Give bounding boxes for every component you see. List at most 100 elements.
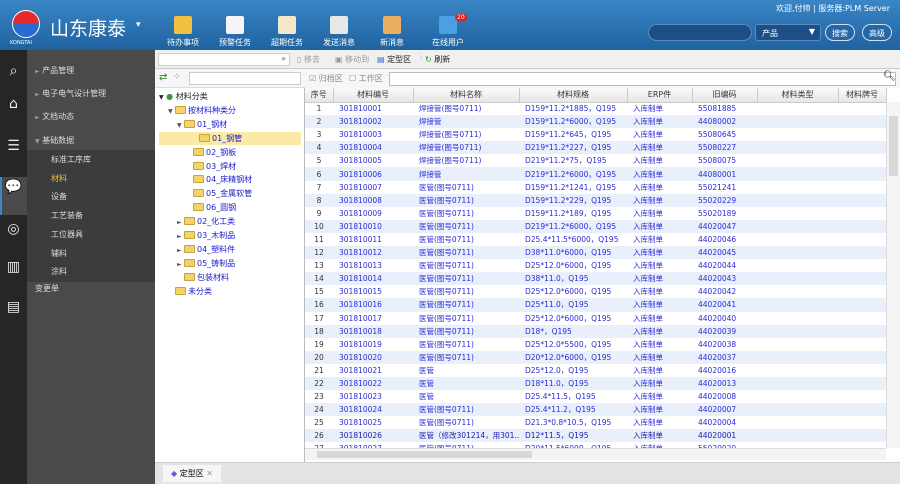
expander-icon[interactable]: ► <box>177 244 184 257</box>
caret-down-icon[interactable]: ▾ <box>136 20 141 30</box>
move-to-button[interactable]: ▣ 移动到 <box>335 54 369 65</box>
home-icon[interactable]: ⌂ <box>4 95 23 114</box>
tool-send-mail[interactable]: 发送消息 <box>313 16 365 48</box>
archive-checkbox[interactable]: ☑ 归档区 <box>309 73 343 84</box>
plm-search-icon[interactable]: ⌕ <box>4 62 23 81</box>
close-icon[interactable]: ✕ <box>206 469 213 478</box>
table-row[interactable]: 5 301810005 焊接管(图号0711) D219*11.2*75，Q195 入库… <box>305 154 886 167</box>
table-row[interactable]: 17 301810017 医管(图号0711) D25*12.0*6000，Q195 入… <box>305 312 886 325</box>
nav-item-change-order[interactable]: 变更单 <box>35 283 59 294</box>
tree-expand-icon[interactable]: ⁘ <box>173 72 181 82</box>
tree-node[interactable]: 03_焊材 <box>186 160 236 173</box>
remove-button[interactable]: ▯ 移去 <box>297 54 320 65</box>
vertical-scrollbar[interactable] <box>886 102 900 448</box>
scroll-thumb[interactable] <box>317 451 532 458</box>
tree-search-input[interactable] <box>189 72 301 85</box>
search-button[interactable]: 搜索 <box>825 24 855 41</box>
expander-icon[interactable]: ► <box>177 216 184 229</box>
nav-subitem[interactable]: 工位器具 <box>51 229 83 240</box>
category-select[interactable]: 产品 ▼ <box>755 24 821 41</box>
table-row[interactable]: 4 301810004 焊接管(图号0711) D219*11.2*227，Q195 入… <box>305 141 886 155</box>
table-row[interactable]: 19 301810019 医管(图号0711) D25*12.0*5500，Q195 入… <box>305 338 886 351</box>
book-icon[interactable]: ▥ <box>4 258 23 277</box>
table-row[interactable]: 16 301810016 医管(图号0711) D25*11.0，Q195 入库制单 44… <box>305 298 886 312</box>
table-row[interactable]: 12 301810012 医管(图号0711) D38*11.0*6000，Q195 入… <box>305 246 886 260</box>
broadcast-icon[interactable]: ◎ <box>4 220 23 239</box>
tree-node[interactable]: 01_钢管 <box>159 131 301 145</box>
tab-finalized-area[interactable]: ◆ 定型区 ✕ <box>163 465 221 482</box>
table-row[interactable]: 13 301810013 医管(图号0711) D25*12.0*6000，Q195 入… <box>305 259 886 272</box>
tree-node[interactable]: ▼ 01_钢材 <box>177 118 227 131</box>
column-header[interactable]: 序号 <box>305 88 334 103</box>
column-header[interactable]: 材料类型 <box>757 88 839 103</box>
table-row[interactable]: 1 301810001 焊接管(图号0711) D159*11.2*1885，Q195… <box>305 102 886 115</box>
table-row[interactable]: 18 301810018 医管(图号0711) D18*，Q195 入库制单 440200… <box>305 324 886 338</box>
nav-item[interactable]: ► 文档动态 <box>35 111 74 122</box>
column-header[interactable]: ERP件 <box>627 88 693 103</box>
tree-node[interactable]: 04_床精钢材 <box>186 173 252 186</box>
table-row[interactable]: 8 301810008 医管(图号0711) D159*11.2*229，Q195 入库… <box>305 193 886 207</box>
chat-icon[interactable]: 💬 <box>4 178 23 197</box>
table-row[interactable]: 22 301810022 医管 D18*11.0，Q195 入库制单 44020013 <box>305 376 886 391</box>
tool-todo[interactable]: 待办事项 <box>157 16 209 48</box>
refresh-button[interactable]: ↻ 刷新 <box>425 54 450 65</box>
expander-icon[interactable]: ► <box>177 230 184 243</box>
nav-subitem[interactable]: 辅料 <box>51 248 67 259</box>
database-icon[interactable]: ☰ <box>4 137 23 156</box>
id-card-icon[interactable]: ▤ <box>4 298 23 317</box>
tree-node[interactable]: 包装材料 <box>177 271 229 284</box>
tree-node[interactable]: 06_圆钢 <box>186 201 236 214</box>
table-row[interactable]: 15 301810015 医管(图号0711) D25*12.0*6000，Q195 入… <box>305 285 886 298</box>
column-header[interactable]: 旧编码 <box>692 88 758 103</box>
table-row[interactable]: 6 301810006 焊接管 D219*11.2*6000，Q195 入库制单 4408… <box>305 167 886 181</box>
nav-subitem[interactable]: 工艺装备 <box>51 210 83 221</box>
table-row[interactable]: 3 301810003 焊接管(图号0711) D159*11.2*645，Q195 入… <box>305 128 886 141</box>
nav-subitem[interactable]: 设备 <box>51 191 67 202</box>
tree-node[interactable]: 02_钢板 <box>186 146 236 159</box>
tree-node[interactable]: ► 05_铸制品 <box>177 257 235 270</box>
table-row[interactable]: 10 301810010 医管(图号0711) D219*11.2*6000，Q195… <box>305 219 886 233</box>
table-row[interactable]: 26 301810026 医管（修改301214，用301... D12*11.5，Q… <box>305 429 886 443</box>
nav-item[interactable]: ► 电子电气设计管理 <box>35 88 106 99</box>
workspace-checkbox[interactable]: ☐ 工作区 <box>349 73 383 84</box>
table-row[interactable]: 11 301810011 医管(图号0711) D25.4*11.5*6000，Q19… <box>305 233 886 246</box>
nav-subitem[interactable]: 材料 <box>51 173 67 184</box>
tree-node[interactable]: ▼ 按材料种类分 <box>168 104 236 117</box>
tool-overdue-task[interactable]: 超期任务 <box>261 16 313 48</box>
table-row[interactable]: 9 301810009 医管(图号0711) D159*11.2*189，Q195 入库… <box>305 207 886 220</box>
column-header[interactable]: 材料牌号 <box>838 88 887 103</box>
tree-node[interactable]: ► 03_木制品 <box>177 229 235 242</box>
grid-search-input[interactable] <box>389 72 896 86</box>
table-row[interactable]: 7 301810007 医管(图号0711) D159*11.2*1241，Q195 入… <box>305 181 886 194</box>
header-search-input[interactable] <box>648 24 752 41</box>
tool-warning-task[interactable]: 预警任务 <box>209 16 261 48</box>
nav-item[interactable]: ▼ 基础数据 <box>35 135 74 146</box>
tree-root[interactable]: ▼ ● 材料分类 <box>159 90 208 103</box>
nav-subitem[interactable]: 标准工序库 <box>51 154 91 165</box>
table-row[interactable]: 21 301810021 医管 D25*12.0，Q195 入库制单 44020016 <box>305 364 886 377</box>
refresh-icon[interactable]: ⇄ <box>159 72 167 83</box>
expander-icon[interactable]: ► <box>177 258 184 271</box>
horizontal-scrollbar[interactable] <box>305 448 886 460</box>
tree-node[interactable]: 未分类 <box>168 285 212 298</box>
expander-icon[interactable]: ▼ <box>168 105 175 118</box>
nav-item[interactable]: ► 产品管理 <box>35 65 74 76</box>
nav-subitem[interactable]: 涂料 <box>51 266 67 277</box>
table-row[interactable]: 20 301810020 医管(图号0711) D20*12.0*6000，Q195 入… <box>305 350 886 364</box>
tree-node[interactable]: 05_金属软管 <box>186 187 252 200</box>
expander-icon[interactable]: ▼ <box>177 119 184 132</box>
finalized-area-button[interactable]: ▤ 定型区 <box>377 54 411 65</box>
search-icon[interactable]: 🔍︎ <box>883 71 896 82</box>
column-header[interactable]: 材料规格 <box>519 88 628 103</box>
table-row[interactable]: 25 301810025 医管(图号0711) D21.3*0.8*10.5，Q195… <box>305 416 886 429</box>
tool-online-users[interactable]: 在线用户 <box>422 16 474 48</box>
table-row[interactable]: 14 301810014 医管(图号0711) D38*11.0，Q195 入库制单 44… <box>305 272 886 286</box>
column-header[interactable]: 材料编号 <box>333 88 414 103</box>
brand-title[interactable]: 山东康泰 <box>50 14 126 41</box>
table-row[interactable]: 23 301810023 医管 D25.4*11.5，Q195 入库制单 44020008 <box>305 390 886 403</box>
tree-filter-select[interactable]: » <box>158 53 290 66</box>
tool-new-message[interactable]: 新消息 <box>366 16 418 48</box>
tree-node[interactable]: ► 02_化工类 <box>177 215 235 228</box>
tree-node[interactable]: ► 04_塑料件 <box>177 243 235 256</box>
table-row[interactable]: 2 301810002 焊接管 D159*11.2*6000，Q195 入库制单 4408… <box>305 115 886 129</box>
